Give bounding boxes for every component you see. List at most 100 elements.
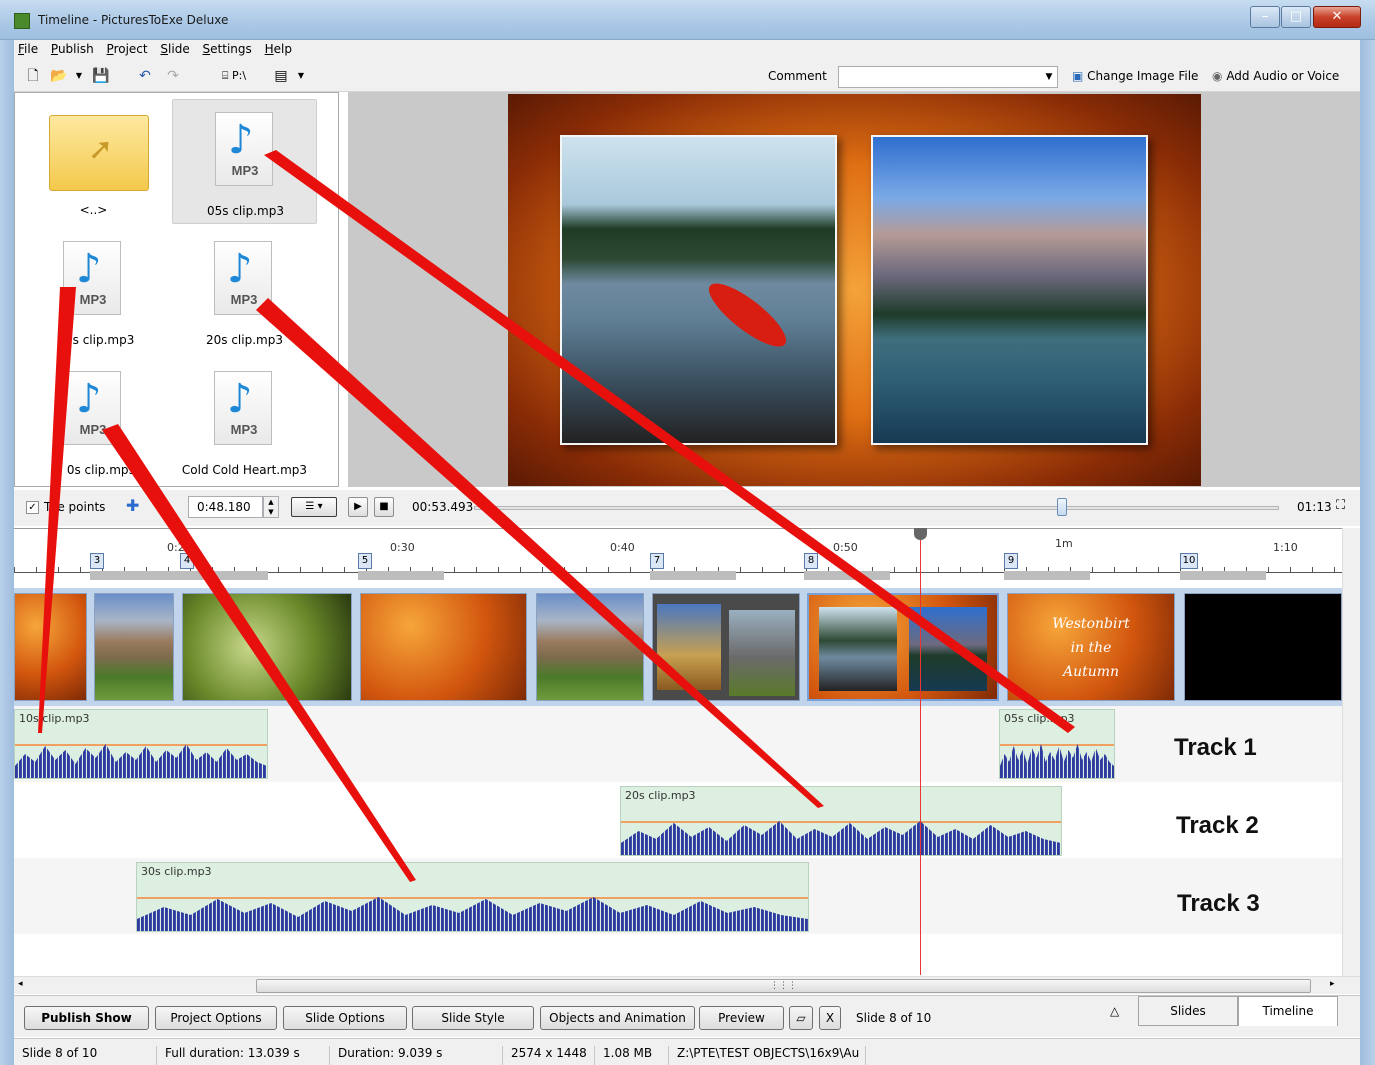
slide-thumb[interactable] — [360, 593, 527, 701]
drive-button[interactable]: ⌸ P:\ — [212, 67, 256, 85]
slide-thumb-selected[interactable] — [807, 593, 999, 701]
slide-thumbnails: Westonbirt in the Autumn — [14, 588, 1342, 706]
open-folder-icon[interactable]: 📂 — [50, 67, 68, 85]
add-audio-button[interactable]: ◉ Add Audio or Voice — [1212, 69, 1339, 83]
file-item-20s-clip[interactable]: ♪ MP3 20s clip.mp3 — [172, 229, 317, 354]
slide-options-button[interactable]: Slide Options — [283, 1006, 407, 1030]
vertical-scrollbar[interactable] — [1342, 528, 1360, 976]
slide-thumb[interactable] — [536, 593, 644, 701]
folder-icon: ➚ — [49, 115, 149, 191]
track-row-3[interactable]: 30s clip.mp3 Track 3 — [14, 858, 1342, 934]
track-row-1[interactable]: 10s clip.mp3 05s clip.mp3 Track 1 — [14, 706, 1342, 782]
volume-envelope — [137, 897, 808, 899]
slide-thumb[interactable] — [14, 593, 87, 701]
menu-file[interactable]: File — [14, 40, 42, 58]
slide-marker[interactable]: 8 — [804, 553, 818, 569]
play-button[interactable]: ▶ — [348, 497, 368, 517]
audio-clip[interactable]: 05s clip.mp3 — [999, 709, 1115, 779]
undo-icon[interactable]: ↶ — [136, 67, 154, 85]
time-point-input[interactable]: 0:48.180 — [188, 496, 263, 518]
file-item-05s-clip[interactable]: ♪ MP3 05s clip.mp3 — [172, 99, 317, 224]
comment-input[interactable] — [838, 66, 1058, 88]
tab-timeline[interactable]: Timeline — [1238, 996, 1338, 1026]
slide-thumb[interactable]: Westonbirt in the Autumn — [1007, 593, 1175, 701]
maximize-button[interactable]: □ — [1281, 6, 1311, 28]
comment-dropdown-icon[interactable]: ▼ — [1040, 66, 1058, 88]
view-mode-icon[interactable]: ▤ — [272, 67, 290, 85]
remove-point-icon[interactable]: – — [160, 496, 168, 515]
slide-icon-button[interactable]: ▱ — [789, 1006, 813, 1030]
slide-duration-bar — [90, 571, 268, 580]
menu-settings[interactable]: Settings — [199, 40, 256, 58]
track-row-2[interactable]: 20s clip.mp3 Track 2 — [14, 782, 1342, 858]
slide-thumb[interactable] — [182, 593, 352, 701]
audio-clip[interactable]: 20s clip.mp3 — [620, 786, 1062, 856]
snap-dropdown-icon: ▾ — [317, 501, 323, 512]
tab-slides[interactable]: Slides — [1138, 996, 1238, 1026]
slide-thumb[interactable] — [652, 593, 800, 701]
close-slide-button[interactable]: X — [819, 1006, 841, 1030]
playback-slider[interactable] — [474, 506, 1279, 510]
slide-marker[interactable]: 4 — [180, 553, 194, 569]
preview-button[interactable]: Preview — [699, 1006, 784, 1030]
comment-label: Comment — [768, 69, 827, 83]
slide-marker[interactable]: 3 — [90, 553, 104, 569]
app-icon — [14, 13, 30, 29]
slide-thumb[interactable] — [94, 593, 174, 701]
file-name: 20s clip.mp3 — [206, 333, 283, 347]
audio-clip[interactable]: 30s clip.mp3 — [136, 862, 809, 932]
save-icon[interactable]: 💾 — [92, 67, 110, 85]
view-dropdown-icon[interactable]: ▼ — [292, 67, 310, 85]
file-item-parent-folder[interactable]: ➚ <..> — [21, 99, 166, 224]
add-point-icon[interactable]: ✚ — [126, 496, 139, 515]
slide-marker[interactable]: 9 — [1004, 553, 1018, 569]
slide-marker[interactable]: 5 — [358, 553, 372, 569]
menu-slide[interactable]: Slide — [156, 40, 193, 58]
snap-icon: ☰ — [305, 501, 315, 512]
file-item-10s-clip[interactable]: ♪ MP3 s clip.mp3 — [21, 229, 166, 354]
track-label: Track 1 — [1174, 734, 1257, 761]
playhead-handle[interactable] — [914, 528, 927, 540]
playback-slider-thumb[interactable] — [1056, 498, 1067, 516]
collapse-icon[interactable]: △ — [1110, 1004, 1119, 1018]
scroll-left-icon[interactable]: ◂ — [18, 979, 23, 989]
playhead-line[interactable] — [920, 530, 921, 975]
title-bar[interactable]: Timeline - PicturesToExe Deluxe – □ ✕ — [0, 0, 1375, 40]
open-dropdown-icon[interactable]: ▼ — [70, 67, 88, 85]
slide-duration-bar — [1004, 571, 1090, 580]
fullscreen-icon[interactable]: ⛶ — [1336, 498, 1345, 513]
new-file-icon[interactable]: 🗋 — [24, 67, 42, 85]
file-browser[interactable]: ➚ <..> ♪ MP3 05s clip.mp3 ♪ MP3 s clip.mp3… — [14, 92, 339, 487]
minimize-button[interactable]: – — [1250, 6, 1280, 28]
ruler-label: 0:30 — [390, 541, 415, 554]
status-full-duration: Full duration: 13.039 s — [156, 1046, 300, 1065]
slide-marker[interactable]: 7 — [650, 553, 664, 569]
publish-show-button[interactable]: Publish Show — [24, 1006, 149, 1030]
menu-project[interactable]: Project — [103, 40, 152, 58]
time-points-checkbox[interactable]: ✓ — [26, 501, 39, 514]
lake-photo[interactable] — [560, 135, 837, 445]
redo-icon[interactable]: ↷ — [164, 67, 182, 85]
file-name: <..> — [79, 203, 108, 217]
scroll-right-icon[interactable]: ▸ — [1330, 979, 1335, 989]
stop-button[interactable]: ■ — [374, 497, 394, 517]
menu-publish[interactable]: Publish — [47, 40, 98, 58]
mountain-photo[interactable] — [871, 135, 1148, 445]
slide-style-button[interactable]: Slide Style — [412, 1006, 534, 1030]
timeline-ruler[interactable]: 0:2 0:30 0:40 0:50 1m 1:10 3 4 5 7 8 9 1… — [14, 528, 1342, 588]
audio-tracks: 10s clip.mp3 05s clip.mp3 Track 1 20s cl… — [14, 706, 1342, 976]
file-item-cold-cold-heart[interactable]: ♪ MP3 Cold Cold Heart.mp3 — [172, 359, 317, 484]
time-spinner[interactable]: ▲ ▼ — [263, 496, 279, 518]
project-options-button[interactable]: Project Options — [155, 1006, 277, 1030]
file-item-30s-clip[interactable]: ♪ MP3 0s clip.mp3 — [21, 359, 166, 484]
slide-marker[interactable]: 10 — [1180, 553, 1198, 569]
close-button[interactable]: ✕ — [1313, 6, 1361, 28]
objects-animation-button[interactable]: Objects and Animation — [540, 1006, 695, 1030]
slide-thumb[interactable] — [1184, 593, 1342, 701]
snap-mode-button[interactable]: ☰ ▾ — [291, 497, 337, 517]
horizontal-scrollbar[interactable]: ◂ ⋮⋮⋮ ▸ — [14, 976, 1360, 994]
change-image-button[interactable]: ▣ Change Image File — [1072, 69, 1198, 83]
menu-help[interactable]: Help — [261, 40, 296, 58]
horizontal-scroll-thumb[interactable]: ⋮⋮⋮ — [256, 979, 1311, 993]
audio-clip[interactable]: 10s clip.mp3 — [14, 709, 268, 779]
